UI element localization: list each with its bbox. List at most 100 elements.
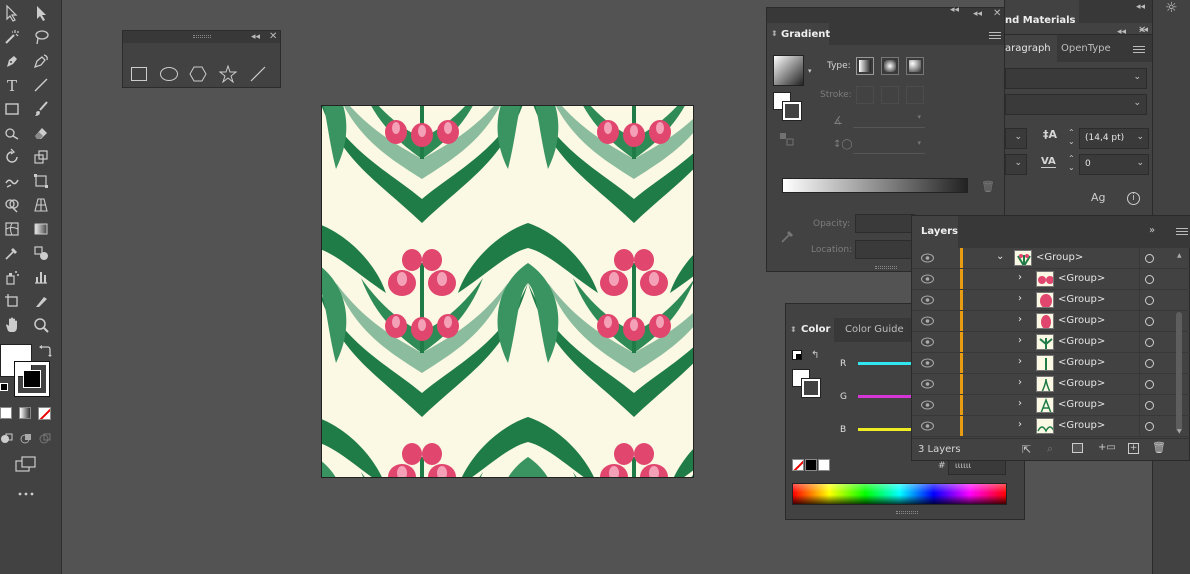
tab-opentype[interactable]: OpenType: [1061, 43, 1111, 54]
layer-row[interactable]: › <Group>: [912, 395, 1190, 416]
aspect-ratio-field[interactable]: ▾: [853, 137, 925, 154]
resize-grip-icon[interactable]: [896, 511, 918, 514]
visibility-eye-icon[interactable]: [921, 337, 934, 347]
collapse-icon[interactable]: ◂◂: [1117, 27, 1126, 37]
panel-menu-icon[interactable]: [989, 32, 1001, 40]
target-icon[interactable]: [1145, 401, 1154, 410]
layer-row[interactable]: › <Group>: [912, 311, 1190, 332]
close-icon[interactable]: ✕: [1138, 25, 1146, 36]
magic-wand-icon[interactable]: [0, 26, 24, 48]
visibility-eye-icon[interactable]: [921, 295, 934, 305]
selection-icon[interactable]: [0, 2, 24, 24]
free-transform-icon[interactable]: [29, 170, 53, 192]
draw-normal-icon[interactable]: [0, 432, 13, 445]
visibility-eye-icon[interactable]: [921, 421, 934, 431]
stroke-across-button[interactable]: [906, 86, 924, 104]
target-icon[interactable]: [1145, 359, 1154, 368]
stroke-within-button[interactable]: [856, 86, 874, 104]
delete-stop-icon[interactable]: 🗑: [981, 180, 995, 193]
none-swatch[interactable]: [792, 459, 804, 471]
reverse-gradient-icon[interactable]: [779, 132, 795, 146]
target-icon[interactable]: [1145, 380, 1154, 389]
target-icon[interactable]: [1145, 317, 1154, 326]
make-clipping-mask-icon[interactable]: +▭: [1098, 442, 1116, 453]
mesh-icon[interactable]: [0, 218, 24, 240]
target-icon[interactable]: [1145, 254, 1154, 263]
line-tool-icon[interactable]: [249, 65, 267, 83]
draw-behind-icon[interactable]: [19, 432, 32, 445]
export-icon[interactable]: ⇱: [1022, 443, 1031, 456]
panel-header[interactable]: ◂◂ ✕: [767, 8, 1007, 23]
target-icon[interactable]: [1145, 338, 1154, 347]
radial-gradient-button[interactable]: [881, 57, 899, 75]
ellipse-tool-icon[interactable]: [160, 67, 178, 81]
linear-gradient-button[interactable]: [856, 57, 874, 75]
chevron-right-icon[interactable]: ›: [1018, 314, 1022, 325]
tab-color-guide[interactable]: Color Guide: [845, 324, 904, 335]
target-icon[interactable]: [1145, 275, 1154, 284]
expand-panel-icon[interactable]: »: [1149, 225, 1155, 236]
layer-row[interactable]: › <Group>: [912, 353, 1190, 374]
r-slider[interactable]: [858, 362, 916, 365]
gradient-icon[interactable]: [29, 218, 53, 240]
layer-row[interactable]: › <Group>: [912, 416, 1190, 437]
kerning-field[interactable]: ⌄: [1005, 154, 1027, 175]
chevron-right-icon[interactable]: ›: [1018, 293, 1022, 304]
tab-paragraph[interactable]: aragraph: [1005, 35, 1057, 63]
visibility-eye-icon[interactable]: [921, 400, 934, 410]
white-swatch[interactable]: [818, 459, 830, 471]
font-family-field[interactable]: ⌄: [1005, 68, 1147, 89]
font-size-field[interactable]: ⌄: [1005, 128, 1027, 149]
chevron-right-icon[interactable]: ›: [1018, 419, 1022, 430]
star-tool-icon[interactable]: [219, 65, 237, 83]
target-icon[interactable]: [1145, 296, 1154, 305]
scale-icon[interactable]: [29, 146, 53, 168]
screen-mode-icon[interactable]: [15, 456, 37, 472]
panel-menu-icon[interactable]: [1133, 46, 1145, 54]
panel-header[interactable]: ◂◂ ✕: [123, 31, 280, 43]
color-mode-button[interactable]: [0, 407, 12, 419]
swap-fill-stroke-icon[interactable]: [38, 344, 52, 358]
hand-icon[interactable]: [0, 314, 24, 336]
tracking-field[interactable]: 0 ⌄: [1079, 154, 1149, 175]
collect-export-icon[interactable]: [1072, 443, 1083, 453]
g-slider[interactable]: [858, 395, 916, 398]
zoom-icon[interactable]: [29, 314, 53, 336]
lasso-icon[interactable]: [29, 26, 53, 48]
paintbrush-icon[interactable]: [29, 98, 53, 120]
visibility-eye-icon[interactable]: [921, 316, 934, 326]
eyedropper-icon[interactable]: [0, 242, 24, 264]
symbol-sprayer-icon[interactable]: [0, 266, 24, 288]
tab-layers[interactable]: Layers: [912, 216, 958, 248]
visibility-eye-icon[interactable]: [921, 274, 934, 284]
info-icon[interactable]: i: [1127, 192, 1140, 205]
artboard-icon[interactable]: [0, 290, 24, 312]
layer-row[interactable]: › <Group>: [912, 290, 1190, 311]
black-swatch[interactable]: [805, 459, 817, 471]
type-icon[interactable]: T: [0, 74, 24, 96]
layers-scrollbar[interactable]: ▲ ▼: [1175, 252, 1183, 435]
layer-row[interactable]: › <Group>: [912, 269, 1190, 290]
leading-stepper-icon[interactable]: ⌃ ⌄: [1068, 128, 1075, 146]
brightness-icon[interactable]: ☼: [1165, 0, 1178, 16]
default-colors-icon[interactable]: [792, 350, 802, 360]
shape-builder-icon[interactable]: [0, 194, 24, 216]
stroke-swatch[interactable]: [14, 361, 50, 397]
visibility-eye-icon[interactable]: [921, 253, 934, 263]
tracking-stepper-icon[interactable]: ⌃ ⌄: [1068, 154, 1075, 172]
chevron-right-icon[interactable]: ›: [1018, 377, 1022, 388]
resize-grip-icon[interactable]: [875, 266, 897, 269]
font-variants-icon[interactable]: Ag: [1091, 191, 1106, 204]
layer-row[interactable]: › <Group>: [912, 332, 1190, 353]
line-icon[interactable]: [29, 74, 53, 96]
curvature-icon[interactable]: [29, 50, 53, 72]
gradient-mode-button[interactable]: [19, 407, 31, 419]
freeform-gradient-button[interactable]: [906, 57, 924, 75]
target-icon[interactable]: [1145, 422, 1154, 431]
dropdown-arrow-icon[interactable]: ▾: [808, 67, 812, 75]
perspective-grid-icon[interactable]: [29, 194, 53, 216]
eraser-icon[interactable]: [29, 122, 53, 144]
layer-row[interactable]: ⌄ <Group>: [912, 248, 1190, 269]
eyedropper-icon[interactable]: [780, 228, 796, 244]
search-icon[interactable]: ⌕: [1047, 442, 1053, 456]
